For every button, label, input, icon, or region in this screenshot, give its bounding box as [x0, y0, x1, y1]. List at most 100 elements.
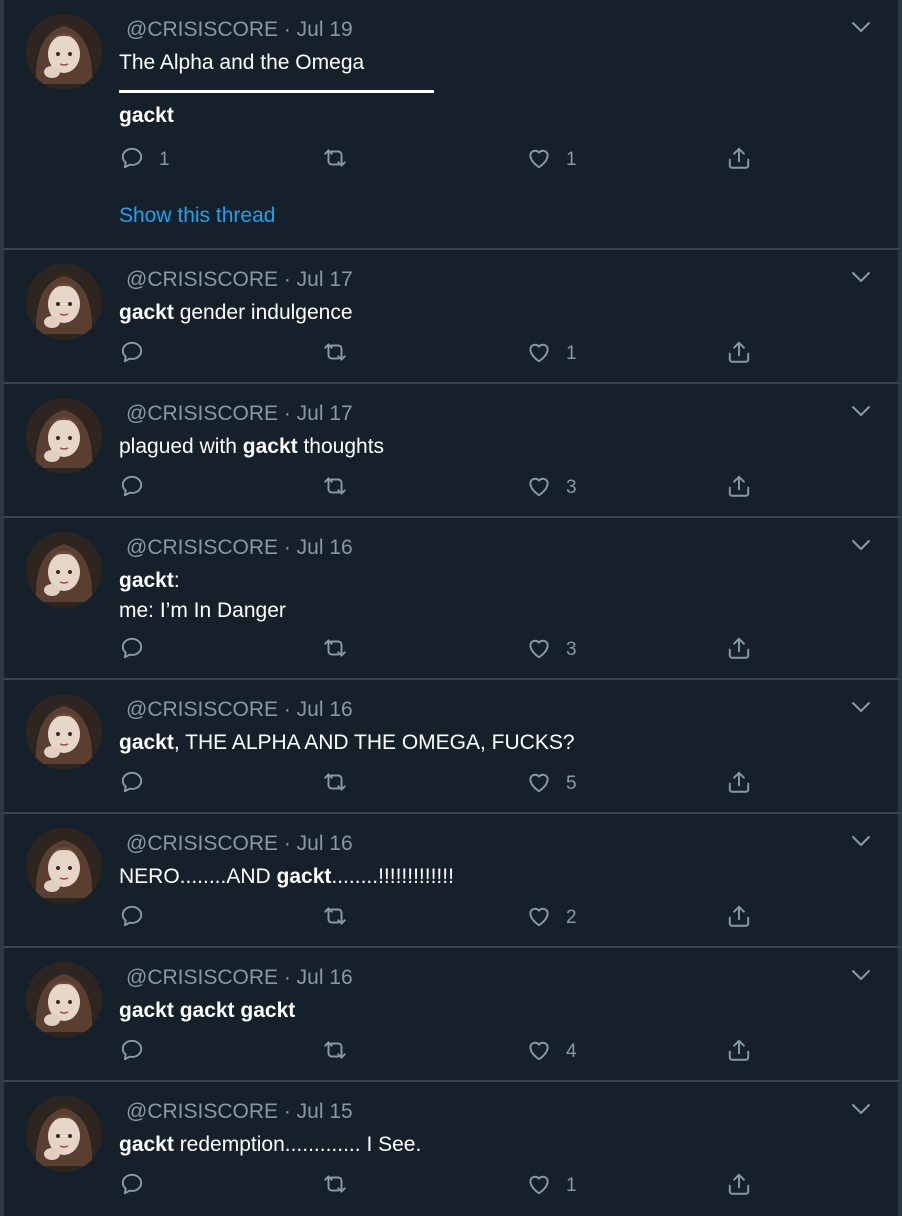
tweet-date[interactable]: · Jul 17: [284, 268, 353, 291]
reply-button[interactable]: [119, 902, 159, 934]
tweet-handle[interactable]: @CRISISCORE: [126, 402, 278, 425]
tweet-handle[interactable]: @CRISISCORE: [126, 1100, 278, 1123]
retweet-icon: [322, 769, 348, 800]
avatar[interactable]: [26, 532, 102, 608]
heart-icon: [526, 903, 552, 934]
retweet-icon: [322, 1037, 348, 1068]
tweet-handle[interactable]: @CRISISCORE: [126, 698, 278, 721]
tweet[interactable]: @CRISISCORE · Jul 16 gackt gackt gackt 4: [0, 948, 902, 1082]
share-icon: [726, 1037, 752, 1068]
tweet[interactable]: @CRISISCORE · Jul 17 plagued with gackt …: [0, 384, 902, 518]
like-button[interactable]: 2: [526, 902, 577, 934]
like-count: 4: [566, 1041, 577, 1062]
bold-text: gackt: [276, 865, 332, 888]
tweet[interactable]: @CRISISCORE · Jul 16 NERO........AND gac…: [0, 814, 902, 948]
like-button[interactable]: 3: [526, 634, 577, 666]
retweet-icon: [322, 1171, 348, 1202]
reply-button[interactable]: [119, 1036, 159, 1068]
share-button[interactable]: [726, 634, 752, 666]
tweet-text: gackt, THE ALPHA AND THE OMEGA, FUCKS?: [119, 731, 575, 754]
retweet-button[interactable]: [322, 1170, 362, 1202]
share-icon: [726, 635, 752, 666]
chevron-down-icon[interactable]: [850, 404, 872, 418]
reply-button[interactable]: [119, 1170, 159, 1202]
chevron-down-icon[interactable]: [850, 1102, 872, 1116]
tweet-date[interactable]: · Jul 16: [284, 966, 353, 989]
chevron-down-icon[interactable]: [850, 270, 872, 284]
reply-icon: [119, 769, 145, 800]
avatar[interactable]: [26, 398, 102, 474]
tweet-date[interactable]: · Jul 19: [284, 18, 353, 41]
chevron-down-icon[interactable]: [850, 20, 872, 34]
tweet-handle[interactable]: @CRISISCORE: [126, 18, 278, 41]
retweet-button[interactable]: [322, 634, 362, 666]
share-button[interactable]: [726, 1036, 752, 1068]
bold-text: gackt: [119, 1133, 174, 1156]
avatar[interactable]: [26, 828, 102, 904]
tweet-date[interactable]: · Jul 16: [284, 536, 353, 559]
tweet-date[interactable]: · Jul 16: [284, 832, 353, 855]
tweet[interactable]: @CRISISCORE · Jul 15 gackt redemption...…: [0, 1082, 902, 1216]
share-button[interactable]: [726, 902, 752, 934]
chevron-down-icon[interactable]: [850, 968, 872, 982]
tweet-handle[interactable]: @CRISISCORE: [126, 966, 278, 989]
tweet[interactable]: @CRISISCORE · Jul 19 The Alpha and the O…: [0, 0, 902, 250]
share-button[interactable]: [726, 338, 752, 370]
chevron-down-icon[interactable]: [850, 700, 872, 714]
tweet[interactable]: @CRISISCORE · Jul 17 gackt gender indulg…: [0, 250, 902, 384]
avatar[interactable]: [26, 264, 102, 340]
tweet[interactable]: @CRISISCORE · Jul 16 gackt: me: I’m In Da…: [0, 518, 902, 680]
tweet-handle[interactable]: @CRISISCORE: [126, 832, 278, 855]
like-count: 5: [566, 773, 577, 794]
like-button[interactable]: 3: [526, 472, 577, 504]
heart-icon: [526, 339, 552, 370]
like-button[interactable]: 1: [526, 1170, 577, 1202]
tweet-handle[interactable]: @CRISISCORE: [126, 268, 278, 291]
share-icon: [726, 1171, 752, 1202]
like-count: 1: [566, 343, 577, 364]
avatar[interactable]: [26, 962, 102, 1038]
bold-text: gackt: [119, 569, 174, 592]
like-button[interactable]: 1: [526, 338, 577, 370]
tweet-date[interactable]: · Jul 16: [284, 698, 353, 721]
bold-text: gackt: [119, 301, 174, 324]
share-button[interactable]: [726, 768, 752, 800]
reply-button[interactable]: 1: [119, 144, 170, 176]
tweet-date[interactable]: · Jul 15: [284, 1100, 353, 1123]
tweet-feed: @CRISISCORE · Jul 19 The Alpha and the O…: [0, 0, 902, 1216]
like-count: 2: [566, 907, 577, 928]
share-button[interactable]: [726, 1170, 752, 1202]
reply-button[interactable]: [119, 338, 159, 370]
avatar[interactable]: [26, 14, 102, 90]
chevron-down-icon[interactable]: [850, 834, 872, 848]
tweet-date[interactable]: · Jul 17: [284, 402, 353, 425]
reply-button[interactable]: [119, 768, 159, 800]
like-button[interactable]: 4: [526, 1036, 577, 1068]
retweet-button[interactable]: [322, 144, 362, 176]
tweet[interactable]: @CRISISCORE · Jul 16 gackt, THE ALPHA AN…: [0, 680, 902, 814]
tweet-handle[interactable]: @CRISISCORE: [126, 536, 278, 559]
avatar[interactable]: [26, 694, 102, 770]
avatar[interactable]: [26, 1096, 102, 1172]
share-button[interactable]: [726, 144, 752, 176]
reply-icon: [119, 339, 145, 370]
retweet-button[interactable]: [322, 472, 362, 504]
like-button[interactable]: 1: [526, 144, 577, 176]
like-button[interactable]: 5: [526, 768, 577, 800]
retweet-button[interactable]: [322, 902, 362, 934]
retweet-button[interactable]: [322, 338, 362, 370]
chevron-down-icon[interactable]: [850, 538, 872, 552]
retweet-button[interactable]: [322, 1036, 362, 1068]
retweet-icon: [322, 635, 348, 666]
reply-button[interactable]: [119, 472, 159, 504]
share-button[interactable]: [726, 472, 752, 504]
reply-icon: [119, 1171, 145, 1202]
show-thread-link[interactable]: Show this thread: [119, 204, 275, 228]
bold-text: gackt gackt gackt: [119, 999, 296, 1022]
reply-button[interactable]: [119, 634, 159, 666]
retweet-button[interactable]: [322, 768, 362, 800]
like-count: 3: [566, 639, 577, 660]
tweet-actions: 1 1: [4, 144, 902, 176]
reply-icon: [119, 903, 145, 934]
reply-icon: [119, 1037, 145, 1068]
